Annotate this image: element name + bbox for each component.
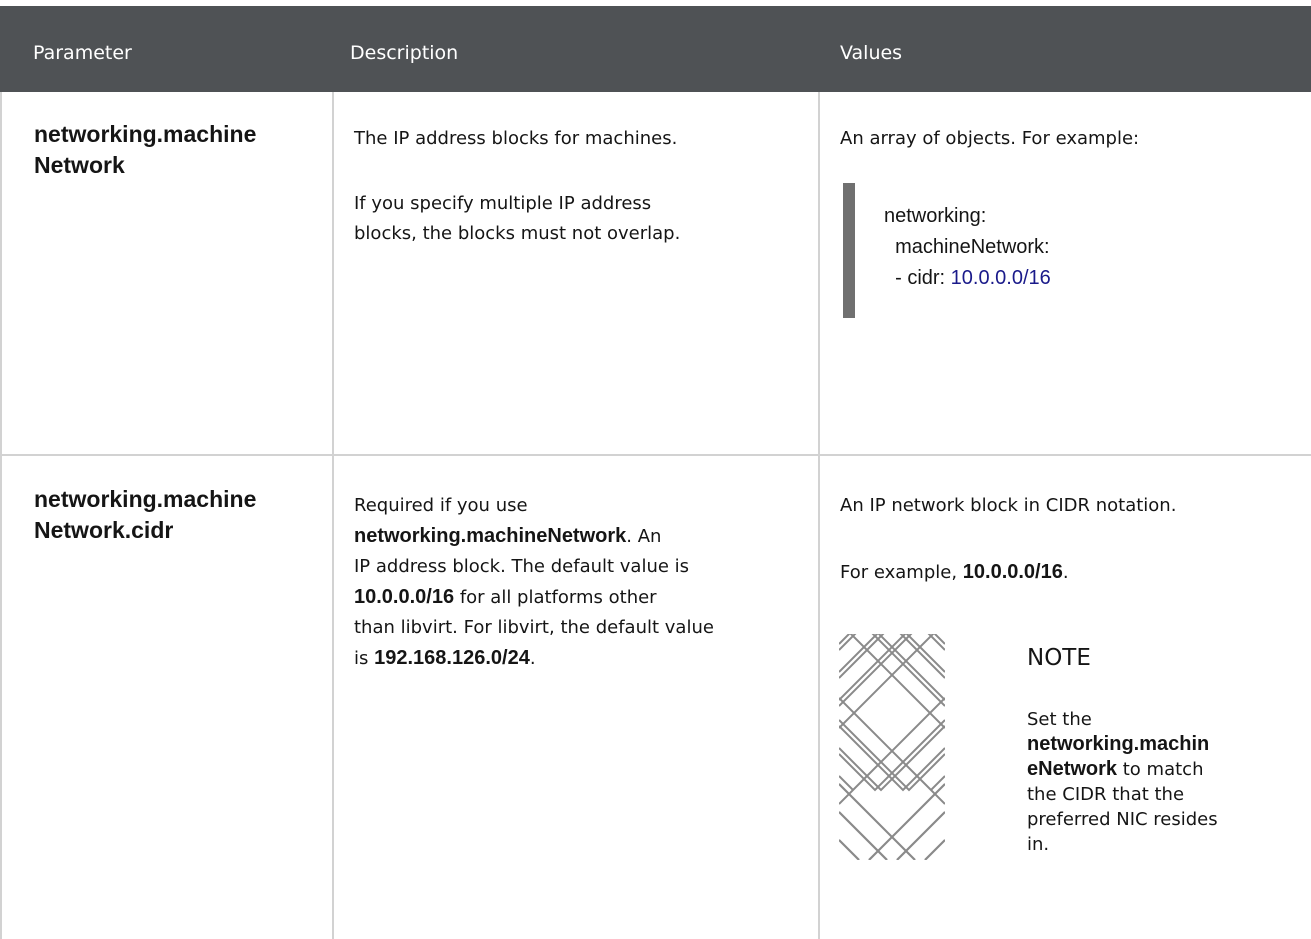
code-number: 10.0.0.0/16: [950, 267, 1051, 289]
values-intro: An array of objects. For example:: [840, 128, 1140, 149]
values-fragment: .: [1062, 562, 1069, 583]
description-line: If you specify multiple IP address: [354, 193, 652, 214]
code-line: machineNetwork:: [884, 236, 1050, 258]
parameter-name-line: networking.machine: [34, 486, 257, 512]
parameters-table: Parameter Description Values networking.…: [0, 0, 1311, 939]
column-divider: [332, 92, 334, 939]
note-line: preferred NIC resides: [1027, 809, 1218, 830]
note-line: the CIDR that the: [1027, 784, 1185, 805]
description-text: If you specify multiple IP address block…: [354, 189, 680, 249]
parameter-name-line: Network: [34, 152, 125, 178]
column-divider: [818, 92, 820, 939]
note-line: eNetwork to match: [1027, 757, 1267, 782]
code-line: - cidr:: [884, 267, 951, 289]
inline-code: 192.168.126.0/24: [374, 647, 530, 669]
description-fragment: .: [529, 648, 536, 669]
header-description: Description: [350, 42, 459, 64]
inline-code: networking.machineNetwork: [354, 525, 627, 547]
note-body: Set the networking.machin eNetwork to ma…: [1027, 707, 1267, 857]
table-left-border: [0, 92, 2, 939]
description-line: 10.0.0.0/16 for all platforms other: [354, 582, 714, 613]
header-parameter: Parameter: [33, 42, 132, 64]
values-fragment: For example,: [840, 562, 963, 583]
note-line: in.: [1027, 834, 1050, 855]
inline-code: eNetwork: [1027, 758, 1118, 780]
row-divider: [0, 454, 1311, 456]
note-title: NOTE: [1027, 645, 1091, 671]
code-line: networking:: [884, 205, 987, 227]
parameter-name: networking.machine Network: [34, 119, 256, 181]
description-fragment: . An: [626, 526, 662, 547]
description-text: Required if you use networking.machineNe…: [354, 491, 714, 674]
inline-code: 10.0.0.0/16: [962, 561, 1063, 583]
inline-code: networking.machin: [1027, 733, 1210, 755]
values-example: For example, 10.0.0.0/16.: [840, 557, 1069, 588]
description-line: Required if you use: [354, 495, 528, 516]
table-header-row: Parameter Description Values: [0, 6, 1311, 92]
note-pattern-icon: [839, 634, 945, 860]
description-line: IP address block. The default value is: [354, 556, 690, 577]
description-line: is 192.168.126.0/24.: [354, 643, 714, 674]
note-line: networking.machin: [1027, 732, 1267, 757]
parameter-name-line: Network.cidr: [34, 517, 174, 543]
note-line: Set the: [1027, 709, 1092, 730]
code-block-bar: [843, 183, 855, 318]
code-block: networking: machineNetwork: - cidr: 10.0…: [884, 201, 1051, 294]
note-fragment: to match: [1117, 759, 1204, 780]
parameter-name: networking.machine Network.cidr: [34, 484, 256, 546]
description-line: than libvirt. For libvirt, the default v…: [354, 617, 714, 638]
description-fragment: for all platforms other: [454, 587, 657, 608]
description-text: The IP address blocks for machines.: [354, 128, 678, 149]
description-line: blocks, the blocks must not overlap.: [354, 223, 681, 244]
inline-code: 10.0.0.0/16: [354, 586, 455, 608]
description-fragment: is: [354, 648, 375, 669]
description-line: networking.machineNetwork. An: [354, 521, 714, 552]
header-values: Values: [840, 42, 903, 64]
parameter-name-line: networking.machine: [34, 121, 257, 147]
values-intro: An IP network block in CIDR notation.: [840, 495, 1177, 516]
